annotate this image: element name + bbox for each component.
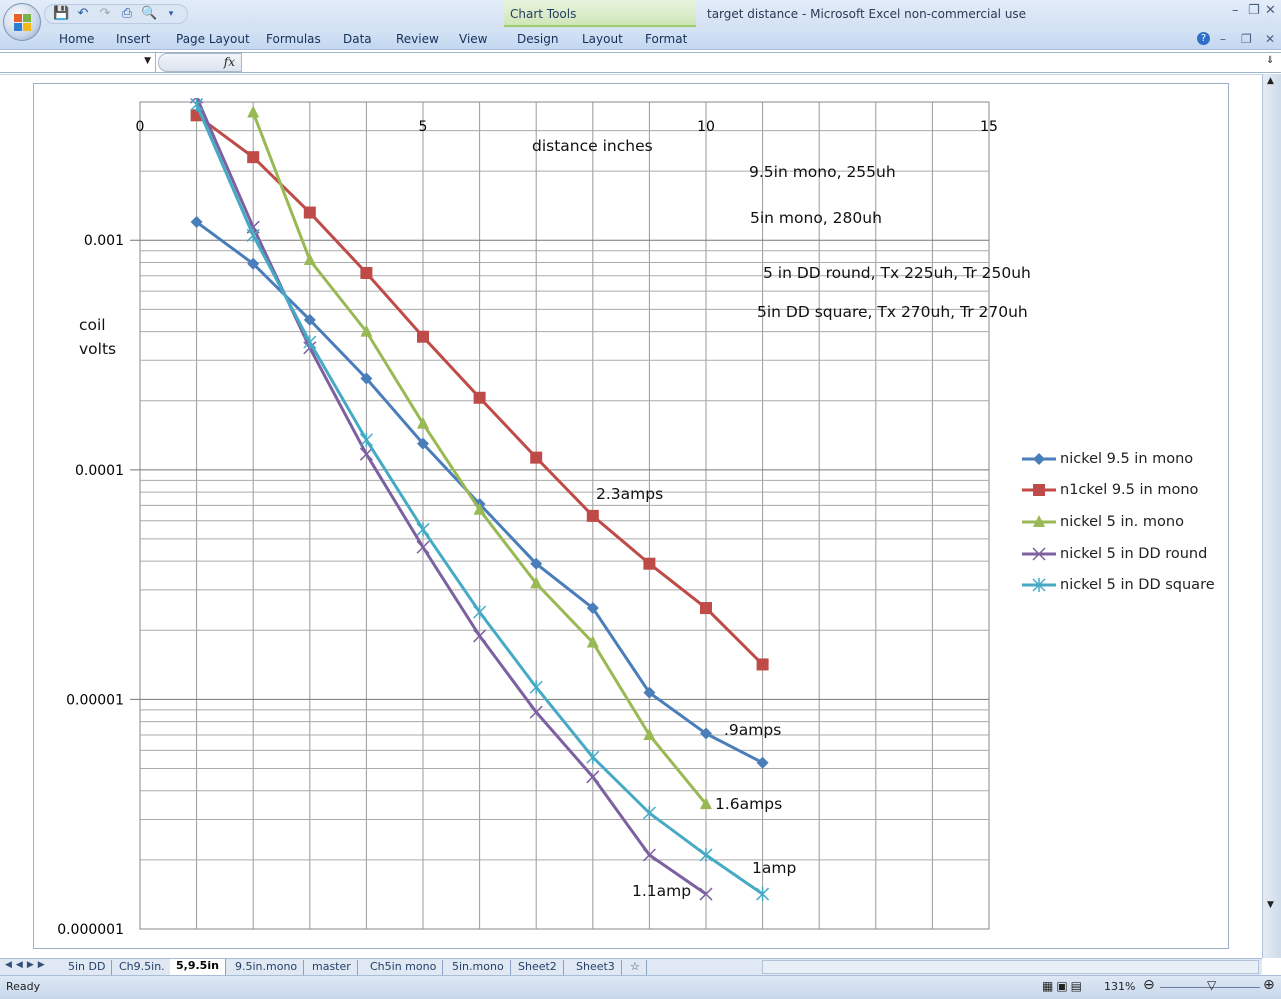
annotation: 9.5in mono, 255uh	[749, 163, 896, 181]
annotation: 2.3amps	[596, 485, 664, 503]
workbook-close-icon[interactable]: ✕	[1265, 32, 1275, 46]
annotation: 5in mono, 280uh	[750, 209, 882, 227]
sheet-tab[interactable]: 5in DD	[62, 960, 113, 975]
data-point	[586, 509, 599, 522]
sheet-tab[interactable]: 5,9.5in	[170, 959, 226, 976]
legend-label: nickel 5 in DD square	[1060, 577, 1215, 594]
sheet-tab[interactable]: 5in.mono	[446, 960, 511, 975]
status-text: Ready	[6, 980, 41, 993]
scroll-down-icon[interactable]: ▼	[1267, 900, 1274, 910]
annotation: 5 in DD round, Tx 225uh, Tr 250uh	[763, 264, 1031, 282]
legend-label: nickel 5 in DD round	[1060, 545, 1208, 562]
sheet-tab[interactable]: Ch9.5in.	[113, 960, 172, 975]
sheet-nav-icons[interactable]: ◀◀▶▶	[5, 960, 49, 970]
annotation: 5in DD square, Tx 270uh, Tr 270uh	[757, 303, 1028, 321]
x-tick-label: 10	[697, 119, 715, 135]
sheet-tab[interactable]: Ch5in mono	[364, 960, 444, 975]
zoom-level[interactable]: 131%	[1104, 980, 1135, 993]
legend-entry[interactable]: nickel 5 in DD square	[1022, 569, 1215, 601]
insert-sheet-icon[interactable]: ☆	[624, 960, 647, 975]
legend-entry[interactable]: n1ckel 9.5 in mono	[1022, 475, 1215, 507]
sheet-tab[interactable]: master	[306, 960, 358, 975]
data-point	[530, 451, 543, 464]
data-point	[700, 602, 712, 615]
legend-entry[interactable]: nickel 9.5 in mono	[1022, 443, 1215, 475]
legend-swatch	[1022, 547, 1056, 561]
y-tick-label: 0.0001	[75, 463, 124, 479]
data-point	[247, 151, 260, 164]
expand-formula-bar-icon[interactable]: ⇓	[1266, 55, 1274, 66]
legend-swatch	[1022, 578, 1056, 593]
x-tick-label: 5	[419, 119, 428, 135]
annotation: 1.6amps	[715, 795, 783, 813]
data-point	[360, 266, 373, 279]
zoom-out-icon[interactable]: ⊖	[1143, 977, 1155, 993]
sheet-tab[interactable]: Sheet2	[512, 960, 564, 975]
x-tick-label: 0	[136, 119, 145, 135]
view-buttons[interactable]: ▦▣▤	[1042, 979, 1085, 993]
chart-legend[interactable]: nickel 9.5 in mono n1ckel 9.5 in mono nick…	[1022, 443, 1215, 601]
legend-label: nickel 5 in. mono	[1060, 513, 1184, 530]
legend-swatch	[1022, 484, 1056, 497]
horizontal-scrollbar[interactable]	[762, 960, 1259, 974]
legend-marker	[1033, 484, 1045, 497]
data-point	[473, 391, 486, 404]
annotation: .9amps	[724, 721, 782, 739]
x-axis-title: distance inches	[532, 137, 653, 155]
y-tick-label: 0.00001	[66, 692, 124, 708]
y-tick-label: 0.000001	[57, 922, 124, 938]
zoom-in-icon[interactable]: ⊕	[1263, 977, 1275, 993]
sheet-tab[interactable]: 9.5in.mono	[229, 960, 305, 975]
legend-swatch	[1022, 514, 1056, 527]
data-point	[643, 557, 656, 570]
data-point	[303, 206, 316, 219]
legend-label: n1ckel 9.5 in mono	[1060, 482, 1199, 499]
legend-label: nickel 9.5 in mono	[1060, 450, 1194, 467]
vertical-scrollbar[interactable]: ▲ ▼	[1262, 74, 1281, 958]
legend-swatch	[1022, 452, 1056, 465]
close-icon[interactable]: ✕	[1265, 3, 1276, 18]
annotation: 1amp	[752, 859, 797, 877]
annotation: 1.1amp	[632, 882, 692, 900]
legend-marker	[1033, 452, 1045, 465]
data-point	[417, 330, 429, 343]
x-tick-label: 15	[980, 119, 998, 135]
scroll-up-icon[interactable]: ▲	[1267, 76, 1274, 86]
data-point	[756, 658, 769, 671]
y-axis-title: coil volts	[79, 316, 117, 358]
zoom-slider-thumb[interactable]: ▽	[1207, 978, 1216, 992]
legend-entry[interactable]: nickel 5 in. mono	[1022, 506, 1215, 538]
status-bar: Ready ▦▣▤ 131% ⊖ ▽ ⊕	[0, 975, 1281, 999]
legend-entry[interactable]: nickel 5 in DD round	[1022, 538, 1215, 570]
sheet-tab[interactable]: Sheet3	[570, 960, 622, 975]
y-tick-label: 0.001	[84, 233, 124, 249]
office-button[interactable]	[3, 3, 41, 41]
